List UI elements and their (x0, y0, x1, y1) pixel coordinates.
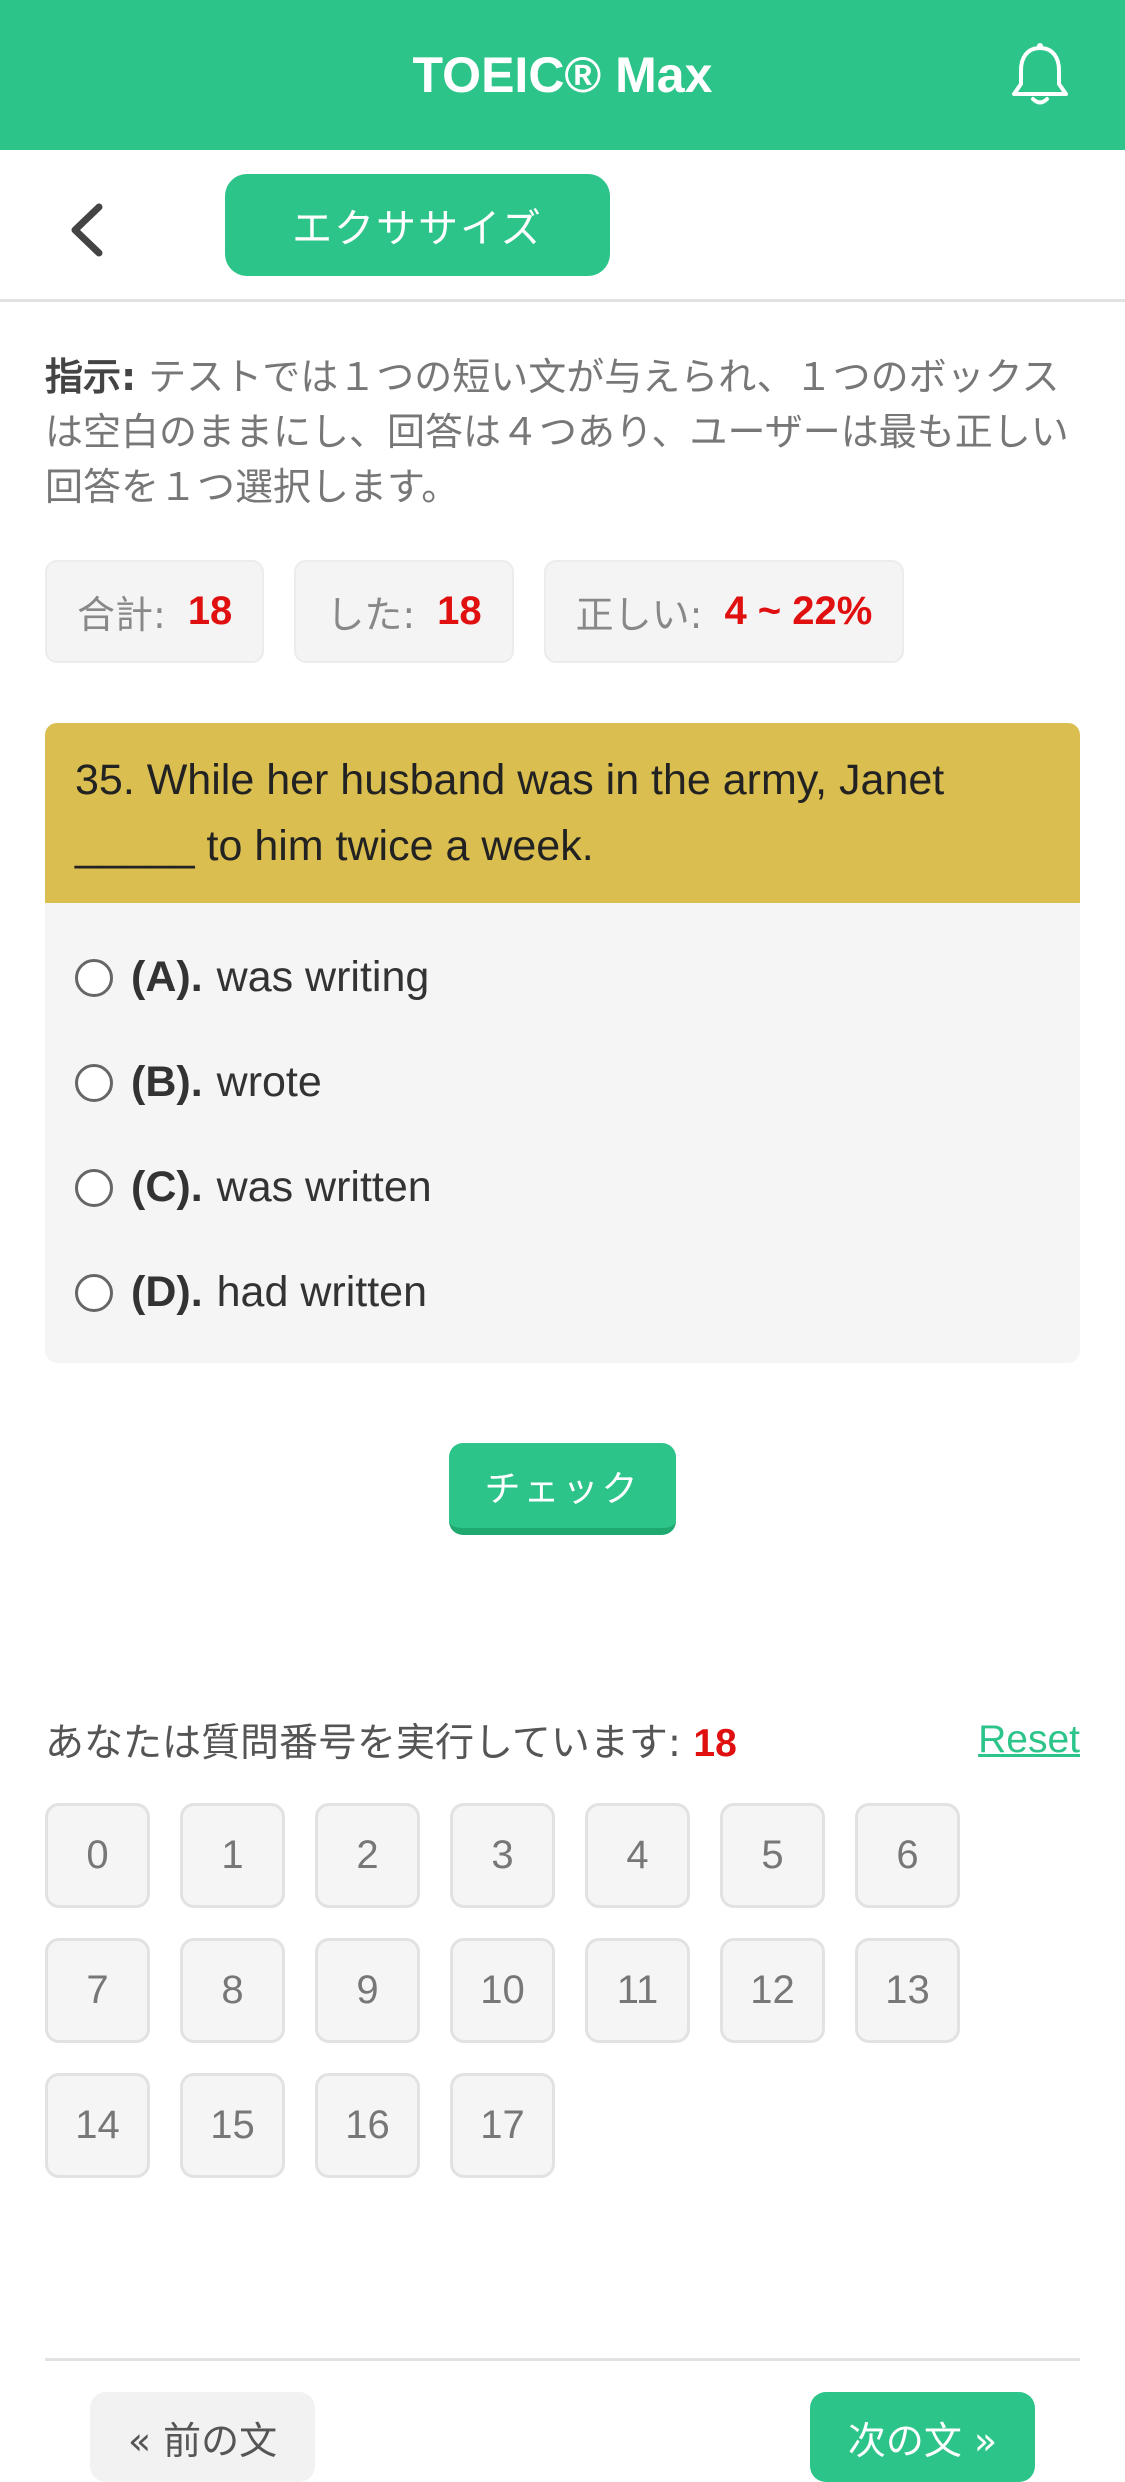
radio-d[interactable] (75, 1273, 113, 1312)
option-d[interactable]: (D). had written (45, 1240, 1080, 1345)
stat-done-value: 18 (437, 589, 482, 633)
option-key: (D). (131, 1268, 203, 1316)
instructions-text: テストでは１つの短い文が与えられ、１つのボックスは空白のままにし、回答は４つあり… (45, 355, 1069, 509)
tab-exercise[interactable]: エクササイズ (225, 174, 610, 276)
question-text: 35. While her husband was in the army, J… (45, 723, 1080, 903)
question-number-button[interactable]: 17 (450, 2073, 555, 2178)
option-key: (B). (131, 1058, 203, 1106)
app-title: TOEIC® Max (412, 47, 713, 103)
option-key: (C). (131, 1163, 203, 1211)
question-number-button[interactable]: 1 (180, 1803, 285, 1908)
stat-total-value: 18 (187, 589, 233, 633)
question-number-button[interactable]: 13 (855, 1938, 960, 2043)
question-number-button[interactable]: 8 (180, 1938, 285, 2043)
bell-icon[interactable] (1005, 40, 1075, 110)
sub-navigation-bar: エクササイズ (0, 150, 1125, 302)
question-number-button[interactable]: 11 (585, 1938, 690, 2043)
question-number-button[interactable]: 7 (45, 1938, 150, 2043)
option-text: was writing (216, 953, 430, 1001)
question-number-button[interactable]: 4 (585, 1803, 690, 1908)
check-button[interactable]: チェック (449, 1443, 676, 1535)
divider (45, 2358, 1080, 2361)
option-b[interactable]: (B). wrote (45, 1030, 1080, 1135)
question-number-button[interactable]: 6 (855, 1803, 960, 1908)
stat-done: した: 18 (294, 560, 514, 663)
prev-sentence-button[interactable]: « 前の文 (90, 2392, 315, 2482)
question-number-button[interactable]: 15 (180, 2073, 285, 2178)
progress-row: あなたは質問番号を実行しています: 18 Reset (45, 1710, 1080, 1770)
question-number-button[interactable]: 10 (450, 1938, 555, 2043)
stats-row: 合計: 18 した: 18 正しい: 4 ~ 22% (45, 560, 905, 663)
progress-label: あなたは質問番号を実行しています: (45, 1721, 681, 1766)
radio-b[interactable] (75, 1063, 113, 1102)
options-list: (A). was writing (B). wrote (C). was wri… (45, 903, 1080, 1363)
stat-correct: 正しい: 4 ~ 22% (543, 560, 905, 663)
instructions: 指示: テストでは１つの短い文が与えられ、１つのボックスは空白のままにし、回答は… (45, 350, 1085, 515)
question-number-button[interactable]: 9 (315, 1938, 420, 2043)
reset-link[interactable]: Reset (978, 1718, 1080, 1762)
question-number-button[interactable]: 5 (720, 1803, 825, 1908)
progress-text: あなたは質問番号を実行しています: 18 (45, 1712, 737, 1768)
stat-total-label: 合計: (77, 593, 166, 637)
question-number-button[interactable]: 0 (45, 1803, 150, 1908)
question-number-button[interactable]: 14 (45, 2073, 150, 2178)
question-number-button[interactable]: 2 (315, 1803, 420, 1908)
instructions-label: 指示: (45, 355, 137, 399)
chevron-left-icon[interactable] (55, 195, 125, 265)
stat-correct-label: 正しい: (575, 593, 703, 637)
app-header: TOEIC® Max (0, 0, 1125, 150)
question-number-button[interactable]: 3 (450, 1803, 555, 1908)
option-text: was written (216, 1163, 432, 1211)
question-card: 35. While her husband was in the army, J… (45, 723, 1080, 1363)
progress-current: 18 (693, 1722, 737, 1765)
stat-correct-value: 4 ~ 22% (724, 589, 873, 633)
option-c[interactable]: (C). was written (45, 1135, 1080, 1240)
option-text: wrote (216, 1058, 322, 1106)
question-number-button[interactable]: 16 (315, 2073, 420, 2178)
option-text: had written (216, 1268, 427, 1316)
stat-total: 合計: 18 (45, 560, 265, 663)
radio-a[interactable] (75, 958, 113, 997)
next-sentence-button[interactable]: 次の文 » (810, 2392, 1035, 2482)
option-a[interactable]: (A). was writing (45, 925, 1080, 1030)
radio-c[interactable] (75, 1168, 113, 1207)
option-key: (A). (131, 953, 203, 1001)
question-number-button[interactable]: 12 (720, 1938, 825, 2043)
stat-done-label: した: (326, 593, 416, 637)
